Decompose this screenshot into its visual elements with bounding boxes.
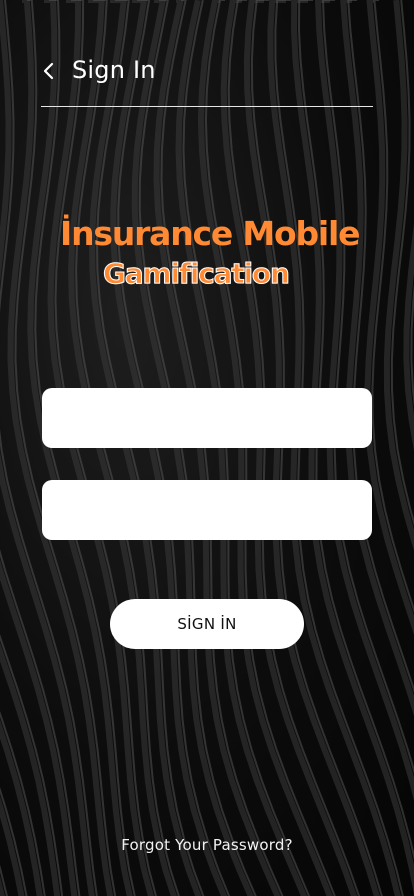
brand-title: İnsurance Mobile: [60, 214, 361, 253]
chevron-left-icon[interactable]: [41, 60, 55, 82]
sign-in-button[interactable]: SİGN İN: [110, 599, 304, 649]
brand-subtitle: Gamification: [103, 257, 291, 291]
username-field[interactable]: [42, 388, 372, 448]
password-field[interactable]: [42, 480, 372, 540]
header: Sign In: [41, 52, 373, 107]
sign-in-screen: Sign In İnsurance Mobile Gamification Sİ…: [0, 0, 414, 896]
background-wave-pattern: [0, 0, 414, 896]
page-title: Sign In: [72, 56, 156, 84]
forgot-password-link[interactable]: Forgot Your Password?: [0, 836, 414, 854]
